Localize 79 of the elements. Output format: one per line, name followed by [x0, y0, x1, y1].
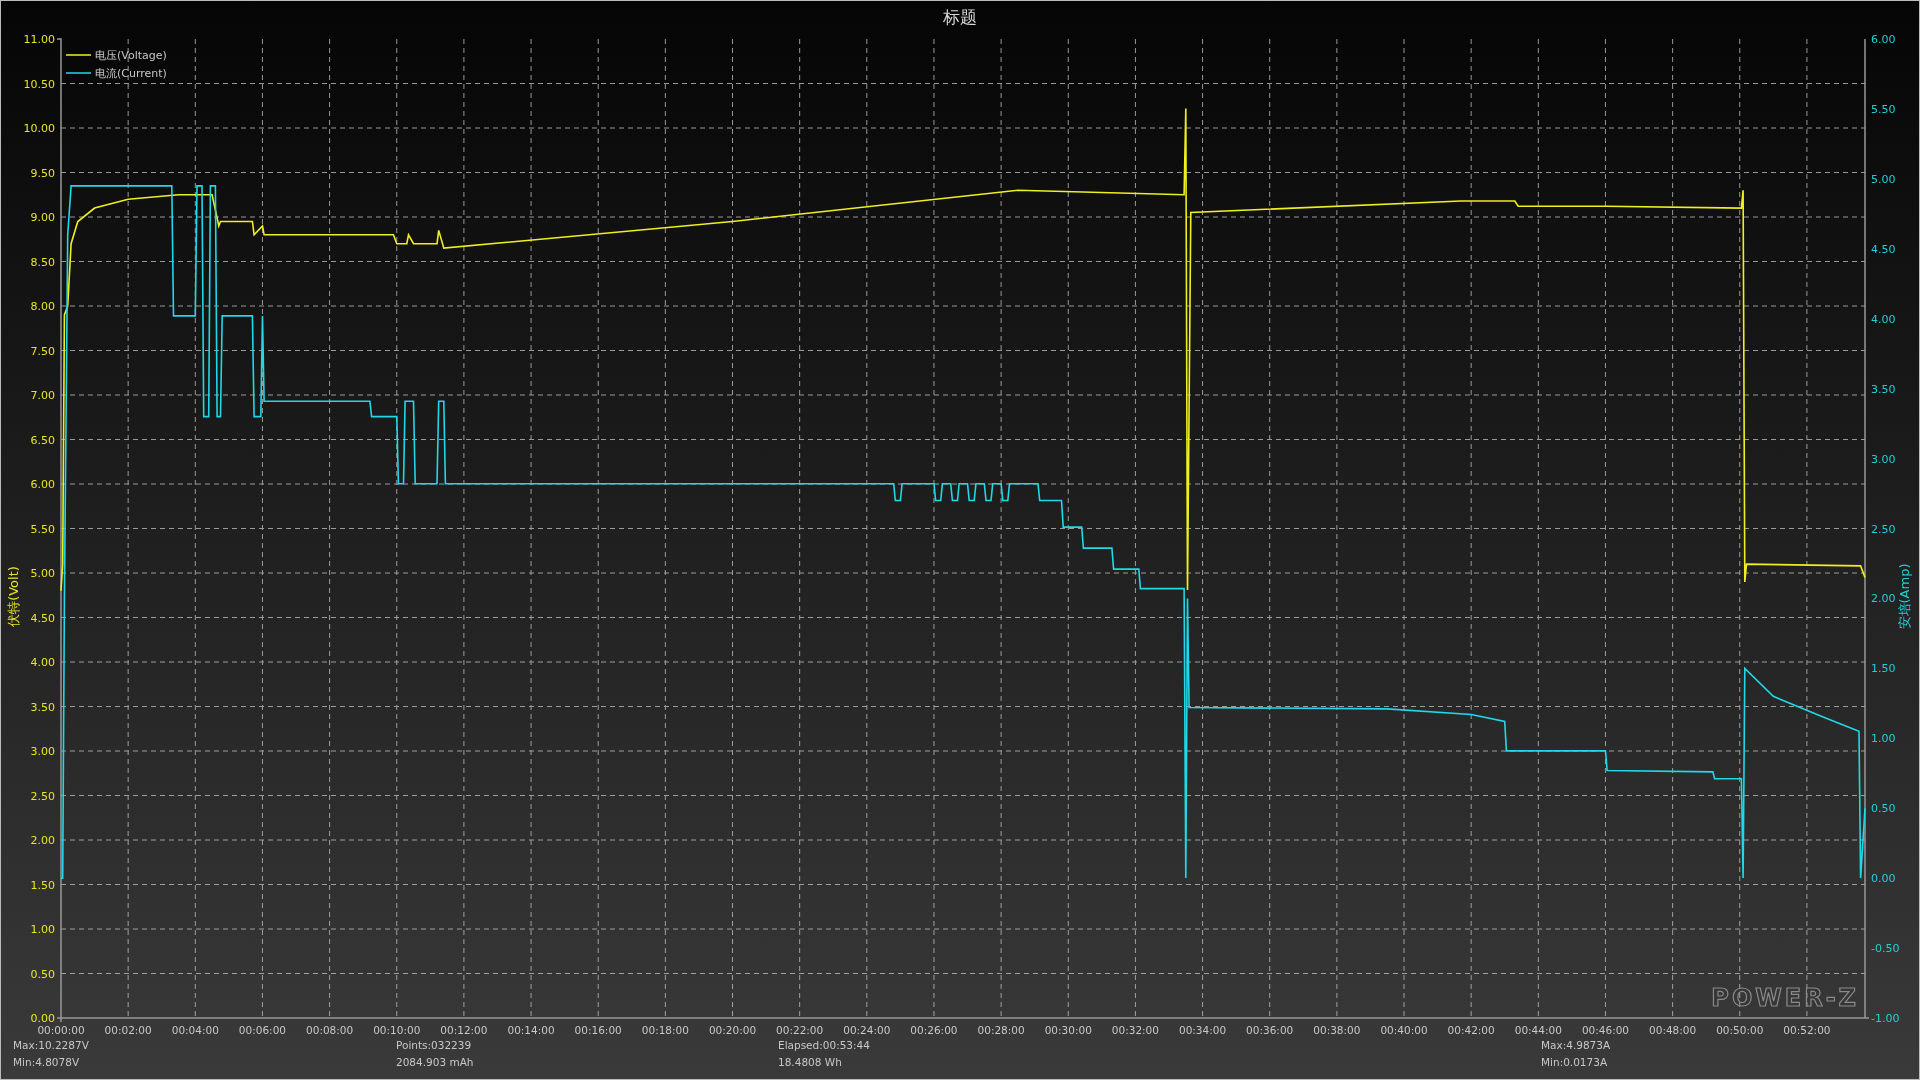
axis-tick-label: 00:24:00 [843, 1024, 891, 1036]
axis-tick-label: 00:06:00 [238, 1024, 287, 1036]
axis-tick-label: 11.00 [23, 33, 55, 46]
axis-tick-label: 2.00 [30, 834, 55, 847]
axis-tick-label: 5.50 [30, 522, 55, 536]
axis-tick-label: 00:22:00 [776, 1024, 824, 1036]
axis-tick-label: 00:18:00 [641, 1024, 689, 1036]
axis-tick-label: 8.50 [30, 255, 55, 269]
axis-tick-label: 5.00 [30, 567, 55, 580]
axis-tick-label: 00:08:00 [306, 1024, 354, 1036]
axis-tick-label: 00:52:00 [1783, 1024, 1831, 1036]
axis-tick-label: 00:50:00 [1716, 1024, 1764, 1036]
axis-tick-label: 00:10:00 [373, 1024, 421, 1036]
stat-text: Max:10.2287V [13, 1038, 89, 1053]
axis-tick-label: 00:12:00 [440, 1024, 488, 1036]
axis-tick-label: 00:36:00 [1246, 1024, 1294, 1036]
legend-label: 电流(Current) [95, 67, 167, 80]
axis-tick-label: 00:34:00 [1178, 1024, 1227, 1036]
axis-tick-label: 4.50 [1871, 242, 1896, 256]
axis-tick-label: 00:42:00 [1447, 1024, 1495, 1036]
axis-tick-label: 6.00 [30, 478, 55, 491]
axis-tick-label: 00:30:00 [1044, 1024, 1092, 1036]
axis-tick-label: 10.00 [23, 122, 55, 135]
axis-tick-label: 00:40:00 [1380, 1024, 1428, 1036]
axis-tick-label: 7.50 [30, 344, 55, 358]
axis-tick-label: 8.00 [30, 300, 55, 313]
stat-text: Min:0.0173A [1541, 1055, 1608, 1070]
axis-tick-label: 00:48:00 [1649, 1024, 1697, 1036]
axis-tick-label: 00:14:00 [507, 1024, 555, 1036]
stat-text: Max:4.9873A [1541, 1038, 1611, 1053]
axis-title: 伏特(Volt) [6, 566, 21, 627]
stat-text: Min:4.8078V [13, 1055, 80, 1070]
axis-tick-label: 9.50 [30, 166, 55, 180]
axis-tick-label: 4.00 [30, 656, 55, 669]
axis-tick-label: 00:32:00 [1111, 1024, 1159, 1036]
axis-tick-label: 00:04:00 [171, 1024, 219, 1036]
axis-tick-label: 00:26:00 [910, 1024, 958, 1036]
axis-tick-label: 00:46:00 [1581, 1024, 1630, 1036]
axis-tick-label: 00:20:00 [708, 1024, 757, 1036]
axis-tick-label: -0.50 [1871, 942, 1900, 956]
chart-title: 标题 [943, 7, 977, 27]
axis-tick-label: 3.00 [30, 745, 55, 758]
axis-tick-label: 0.50 [30, 967, 55, 981]
axis-tick-label: 1.00 [30, 923, 55, 936]
axis-tick-label: 00:28:00 [977, 1024, 1025, 1036]
stat-text: Elapsed:00:53:44 [778, 1038, 870, 1053]
axis-tick-label: 3.50 [1871, 382, 1896, 396]
axis-title: 安培(Amp) [1897, 563, 1912, 630]
axis-tick-label: 6.50 [30, 433, 55, 447]
stat-text: Points:032239 [396, 1038, 472, 1053]
axis-tick-label: 00:02:00 [104, 1024, 152, 1036]
axis-tick-label: 7.00 [30, 389, 55, 402]
axis-tick-label: 00:44:00 [1514, 1024, 1562, 1036]
axis-tick-label: 4.50 [30, 611, 55, 625]
axis-tick-label: 5.00 [1871, 172, 1896, 186]
axis-tick-label: 9.00 [30, 211, 55, 224]
axis-tick-label: 6.00 [1871, 33, 1896, 46]
legend-label: 电压(Voltage) [95, 49, 167, 62]
axis-tick-label: 3.50 [30, 700, 55, 714]
axis-tick-label: 0.00 [30, 1012, 55, 1025]
axis-tick-label: 1.50 [1871, 662, 1896, 676]
axis-tick-label: 2.50 [30, 789, 55, 803]
axis-tick-label: 0.00 [1871, 872, 1896, 886]
axis-tick-label: 2.50 [1871, 522, 1896, 536]
axis-tick-label: 00:38:00 [1313, 1024, 1361, 1036]
axis-tick-label: 3.00 [1871, 452, 1896, 466]
axis-tick-label: 1.00 [1871, 732, 1896, 746]
stat-text: 18.4808 Wh [778, 1055, 842, 1070]
axis-tick-label: 10.50 [23, 77, 55, 91]
axis-tick-label: 5.50 [1871, 102, 1896, 116]
axis-tick-label: 00:16:00 [574, 1024, 622, 1036]
stat-text: 2084.903 mAh [396, 1055, 474, 1070]
axis-tick-label: 0.50 [1871, 802, 1896, 816]
axis-tick-label: -1.00 [1871, 1012, 1900, 1025]
axis-tick-label: 00:00:00 [37, 1024, 85, 1036]
axis-tick-label: 1.50 [30, 878, 55, 892]
axis-tick-label: 2.00 [1871, 592, 1896, 606]
logo-text: POWER-Z [1711, 984, 1859, 1012]
axis-tick-label: 4.00 [1871, 312, 1896, 326]
